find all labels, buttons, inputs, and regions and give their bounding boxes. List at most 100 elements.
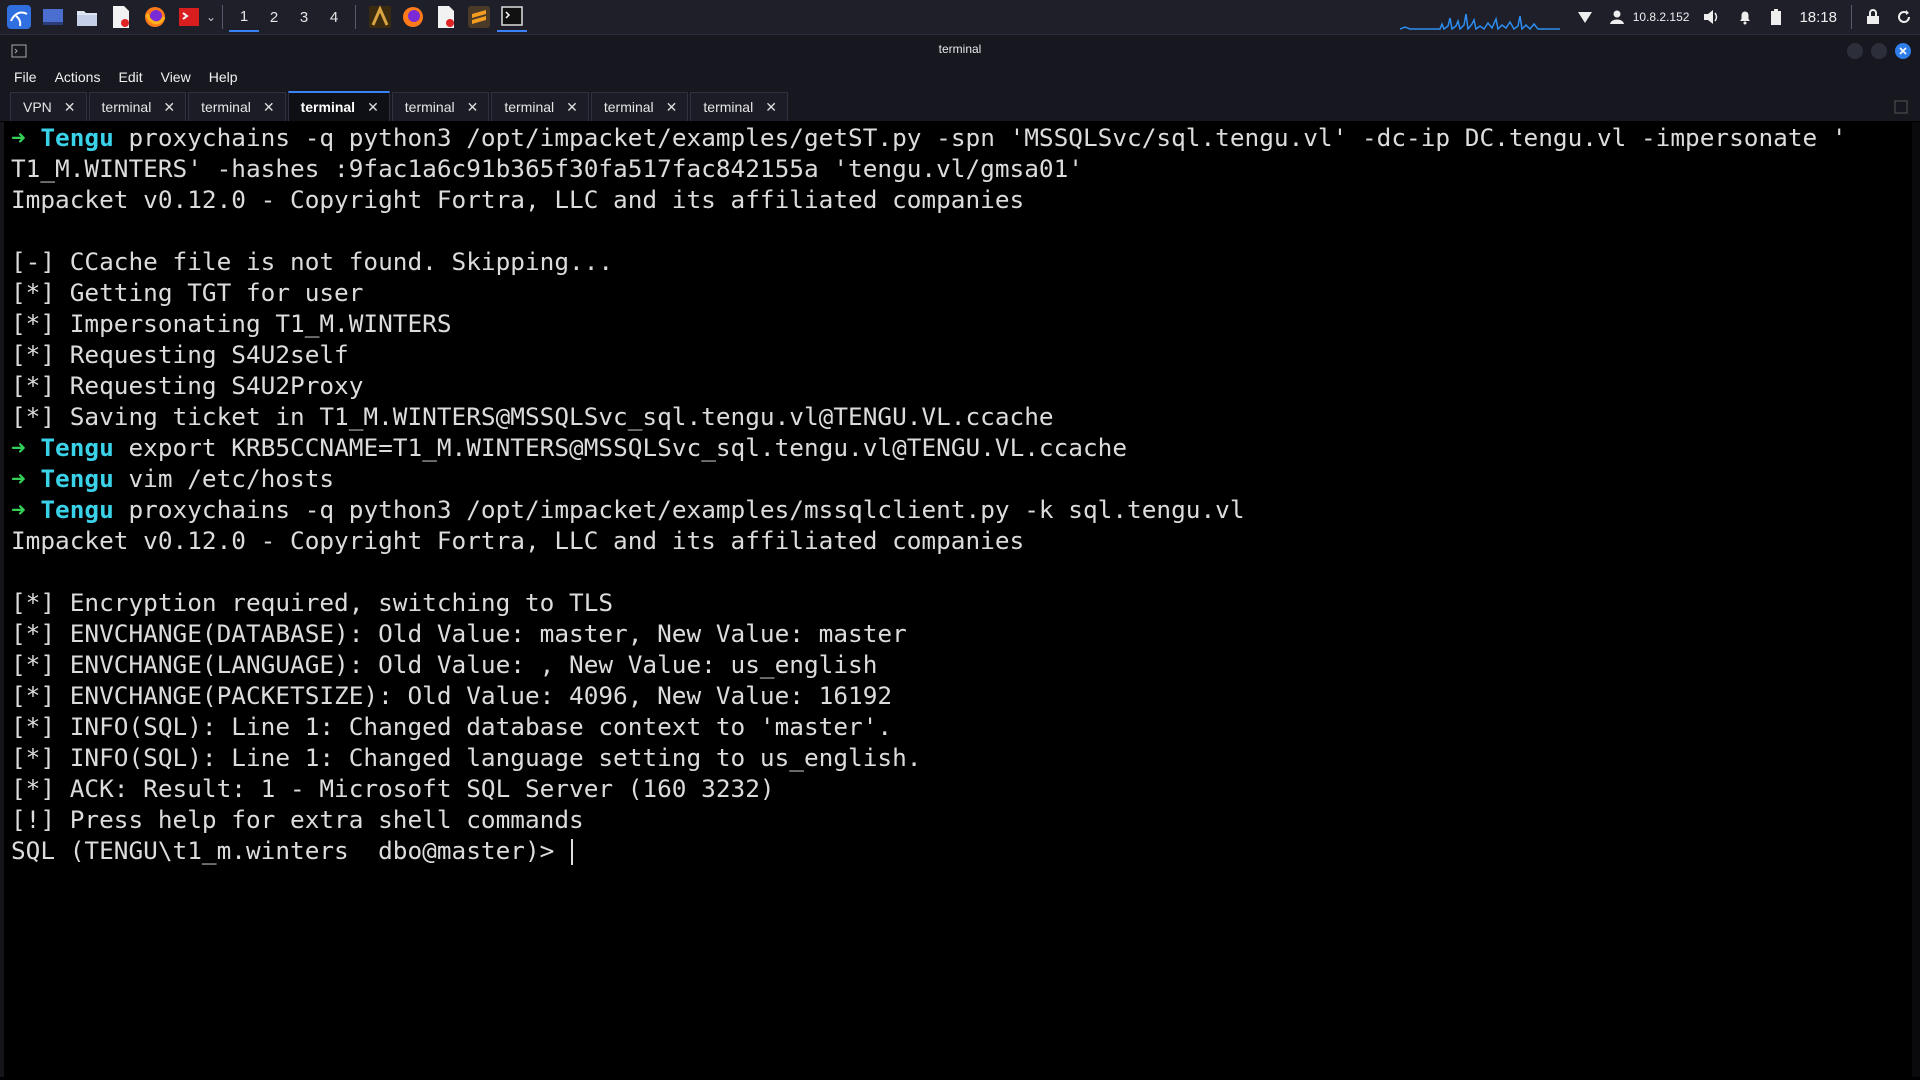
tab-label: terminal (703, 99, 754, 115)
text-editor-icon[interactable] (106, 2, 136, 32)
output-text: [-] CCache file is not found. Skipping..… (11, 247, 614, 276)
output-text: [*] ENVCHANGE(LANGUAGE): Old Value: , Ne… (11, 650, 878, 679)
top-panel: ⌄ 1 2 3 4 10.8.2.152 18:18 (0, 0, 1920, 35)
menu-edit[interactable]: Edit (118, 69, 142, 85)
prompt-arrow-icon: ➜ (11, 123, 26, 152)
tab-terminal[interactable]: terminal ✕ (590, 92, 689, 121)
workspace-2[interactable]: 2 (259, 2, 289, 32)
maximize-button[interactable] (1871, 43, 1887, 59)
panel-separator (355, 5, 357, 29)
window-title: terminal (938, 42, 982, 56)
prompt-arrow-icon: ➜ (11, 433, 26, 462)
menu-help[interactable]: Help (209, 69, 238, 85)
workspace-1[interactable]: 1 (229, 2, 260, 32)
power-refresh-icon[interactable] (1896, 9, 1912, 25)
workspace-4[interactable]: 4 (319, 2, 349, 32)
output-line: [*] ENVCHANGE(DATABASE): Old Value: mast… (11, 618, 1847, 649)
prompt-host: Tengu (40, 123, 114, 152)
notification-bell-icon[interactable] (1737, 9, 1753, 25)
output-line: [*] INFO(SQL): Line 1: Changed database … (11, 711, 1847, 742)
lock-screen-icon[interactable] (1866, 9, 1880, 25)
prompt-host: Tengu (40, 495, 114, 524)
output-line: [*] Getting TGT for user (11, 277, 1847, 308)
battery-icon[interactable] (1769, 8, 1783, 26)
tab-close-icon[interactable]: ✕ (666, 99, 678, 116)
terminal-scrollbar[interactable] (1912, 122, 1920, 1077)
output-text: T1_M.WINTERS' -hashes :9fac1a6c91b365f30… (11, 154, 1083, 183)
output-line: [*] ENVCHANGE(LANGUAGE): Old Value: , Ne… (11, 649, 1847, 680)
tab-label: VPN (23, 99, 52, 115)
output-text: [*] Impersonating T1_M.WINTERS (11, 309, 452, 338)
tab-terminal[interactable]: terminal ✕ (88, 92, 187, 121)
output-line: [*] INFO(SQL): Line 1: Changed language … (11, 742, 1847, 773)
tab-expand-icon[interactable] (1894, 99, 1908, 118)
output-line: [-] CCache file is not found. Skipping..… (11, 246, 1847, 277)
tab-close-icon[interactable]: ✕ (467, 99, 479, 116)
task-sublime-icon[interactable] (464, 2, 494, 32)
file-manager-icon[interactable] (72, 2, 102, 32)
command-text: proxychains -q python3 /opt/impacket/exa… (128, 495, 1245, 524)
system-tray: 10.8.2.152 18:18 (1569, 0, 1920, 34)
terminal-output[interactable]: ➜ Tengu proxychains -q python3 /opt/impa… (0, 122, 1912, 1077)
window-titlebar[interactable]: terminal (0, 35, 1920, 65)
output-text: [*] ENVCHANGE(DATABASE): Old Value: mast… (11, 619, 907, 648)
output-line: T1_M.WINTERS' -hashes :9fac1a6c91b365f30… (11, 153, 1847, 184)
tab-terminal[interactable]: terminal ✕ (491, 92, 589, 121)
vpn-user-icon[interactable] (1609, 9, 1625, 25)
tab-terminal-active[interactable]: terminal ✕ (287, 91, 390, 121)
close-button[interactable] (1895, 43, 1911, 59)
command-text: vim /etc/hosts (128, 464, 335, 493)
prompt-line: ➜ Tengu proxychains -q python3 /opt/impa… (11, 494, 1847, 525)
output-line: [*] ACK: Result: 1 - Microsoft SQL Serve… (11, 773, 1847, 804)
tab-label: terminal (603, 99, 654, 115)
output-line: [*] Requesting S4U2Proxy (11, 370, 1847, 401)
terminal-launcher-icon[interactable] (174, 2, 204, 32)
menu-file[interactable]: File (14, 69, 37, 85)
prompt-line: ➜ Tengu proxychains -q python3 /opt/impa… (11, 122, 1847, 153)
tab-close-icon[interactable]: ✕ (566, 99, 578, 116)
firefox-icon[interactable] (140, 2, 170, 32)
close-icon (1899, 47, 1907, 55)
task-text-editor-icon[interactable] (431, 2, 461, 32)
tab-vpn[interactable]: VPN ✕ (10, 92, 87, 121)
output-line: [*] ENVCHANGE(PACKETSIZE): Old Value: 40… (11, 680, 1847, 711)
tab-close-icon[interactable]: ✕ (263, 99, 275, 116)
output-text: [*] ACK: Result: 1 - Microsoft SQL Serve… (11, 774, 775, 803)
output-text: Impacket v0.12.0 - Copyright Fortra, LLC… (11, 526, 1025, 555)
wifi-icon[interactable] (1577, 10, 1593, 24)
output-text: SQL (TENGU\t1_m.winters dbo@master)> (11, 836, 570, 865)
prompt-line: ➜ Tengu vim /etc/hosts (11, 463, 1847, 494)
task-firefox-icon[interactable] (398, 2, 428, 32)
workspace-3[interactable]: 3 (289, 2, 319, 32)
output-text: [*] INFO(SQL): Line 1: Changed database … (11, 712, 893, 741)
task-image-app-icon[interactable] (365, 2, 395, 32)
tab-label: terminal (101, 99, 152, 115)
output-line: [*] Requesting S4U2self (11, 339, 1847, 370)
chevron-down-icon[interactable]: ⌄ (206, 10, 216, 24)
tab-bar: VPN ✕ terminal ✕ terminal ✕ terminal ✕ termi… (0, 89, 1920, 121)
minimize-button[interactable] (1847, 43, 1863, 59)
menu-view[interactable]: View (161, 69, 191, 85)
menu-actions[interactable]: Actions (55, 69, 101, 85)
command-text: proxychains -q python3 /opt/impacket/exa… (128, 123, 1847, 152)
kali-menu-icon[interactable] (4, 2, 34, 32)
tab-terminal[interactable]: terminal ✕ (690, 92, 788, 121)
tab-close-icon[interactable]: ✕ (163, 99, 175, 116)
output-text: [*] Requesting S4U2Proxy (11, 371, 364, 400)
tab-terminal[interactable]: terminal ✕ (391, 92, 490, 121)
tab-close-icon[interactable]: ✕ (765, 99, 777, 116)
clock[interactable]: 18:18 (1799, 9, 1837, 26)
command-text: export KRB5CCNAME=T1_M.WINTERS@MSSQLSvc_… (128, 433, 1128, 462)
terminal-lines: ➜ Tengu proxychains -q python3 /opt/impa… (11, 122, 1847, 866)
volume-icon[interactable] (1703, 9, 1721, 25)
output-text: [*] INFO(SQL): Line 1: Changed language … (11, 743, 922, 772)
tab-close-icon[interactable]: ✕ (367, 99, 379, 116)
task-terminal-icon[interactable] (497, 2, 528, 32)
tab-close-icon[interactable]: ✕ (64, 99, 76, 116)
tab-label: terminal (404, 99, 455, 115)
prompt-line: ➜ Tengu export KRB5CCNAME=T1_M.WINTERS@M… (11, 432, 1847, 463)
tab-terminal[interactable]: terminal ✕ (188, 92, 286, 121)
ip-address-label: 10.8.2.152 (1632, 10, 1690, 24)
show-desktop-icon[interactable] (38, 2, 68, 32)
